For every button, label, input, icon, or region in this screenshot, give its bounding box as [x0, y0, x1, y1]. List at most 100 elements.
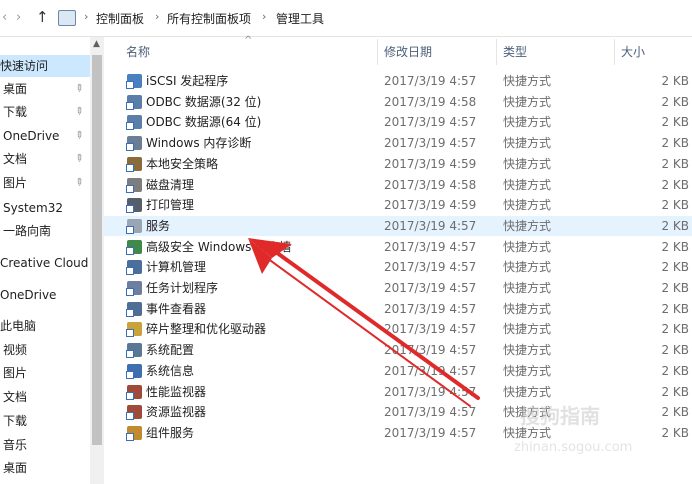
- odbc-icon: [126, 94, 142, 110]
- pin-icon[interactable]: ✎: [67, 172, 88, 193]
- breadcrumb-control-panel[interactable]: 控制面板: [96, 10, 144, 27]
- file-row[interactable]: 系统信息 2017/3/19 4:57 快捷方式 2 KB: [104, 361, 692, 381]
- file-row[interactable]: 系统配置 2017/3/19 4:57 快捷方式 2 KB: [104, 340, 692, 360]
- file-row[interactable]: 任务计划程序 2017/3/19 4:57 快捷方式 2 KB: [104, 278, 692, 298]
- scrollbar-thumb[interactable]: [92, 55, 102, 445]
- file-size: 2 KB: [661, 115, 689, 130]
- task-scheduler-icon: [126, 281, 142, 296]
- pin-icon[interactable]: ✎: [67, 101, 88, 122]
- file-type: 快捷方式: [503, 74, 552, 88]
- sidebar-item[interactable]: 图片: [0, 362, 93, 384]
- column-header-name[interactable]: 名称: [126, 37, 150, 67]
- sidebar-item-label: 图片: [3, 176, 28, 190]
- pin-icon[interactable]: ✎: [67, 148, 88, 169]
- file-row[interactable]: 打印管理 2017/3/19 4:59 快捷方式 2 KB: [104, 195, 692, 215]
- column-divider[interactable]: [377, 39, 378, 65]
- pin-icon[interactable]: ✎: [67, 125, 88, 146]
- column-divider[interactable]: [614, 39, 615, 65]
- sidebar-item[interactable]: Creative Cloud F: [0, 252, 99, 274]
- sidebar-item[interactable]: OneDrive ✎: [0, 125, 93, 147]
- sidebar-item[interactable]: 桌面 ✎: [0, 78, 93, 100]
- sidebar-item[interactable]: 下载: [0, 410, 93, 432]
- sidebar-item[interactable]: 文档: [0, 386, 93, 408]
- security-policy-icon: [126, 156, 142, 172]
- file-date: 2017/3/19 4:58: [384, 94, 477, 109]
- file-name: 服务: [146, 218, 171, 233]
- column-header-size[interactable]: 大小: [621, 37, 645, 67]
- memory-diagnostic-icon: [126, 136, 142, 152]
- sidebar-item[interactable]: OneDrive: [0, 284, 90, 306]
- pin-icon[interactable]: ✎: [67, 78, 88, 99]
- file-size: 2 KB: [661, 177, 689, 192]
- file-row[interactable]: 本地安全策略 2017/3/19 4:59 快捷方式 2 KB: [104, 154, 692, 174]
- odbc-icon: [126, 115, 142, 131]
- file-date: 2017/3/19 4:57: [384, 301, 477, 316]
- sidebar-item-label: 快速访问: [0, 59, 49, 73]
- scroll-up-icon[interactable]: ▲: [93, 39, 100, 49]
- file-row[interactable]: 碎片整理和优化驱动器 2017/3/19 4:57 快捷方式 2 KB: [104, 319, 692, 339]
- back-button[interactable]: ‹: [2, 10, 7, 25]
- sidebar-scrollbar[interactable]: ▲: [90, 37, 104, 484]
- sidebar-item[interactable]: 此电脑: [0, 315, 90, 337]
- file-row[interactable]: 服务 2017/3/19 4:57 快捷方式 2 KB: [104, 215, 692, 236]
- breadcrumb-separator-icon: ›: [84, 10, 89, 23]
- file-row[interactable]: iSCSI 发起程序 2017/3/19 4:57 快捷方式 2 KB: [104, 71, 692, 91]
- file-size: 2 KB: [661, 405, 689, 420]
- file-name: 磁盘清理: [146, 177, 195, 192]
- file-date: 2017/3/19 4:57: [384, 239, 477, 254]
- file-name: ODBC 数据源(32 位): [146, 94, 262, 109]
- system-config-icon: [126, 343, 142, 359]
- file-date: 2017/3/19 4:57: [384, 425, 477, 440]
- up-arrow-icon[interactable]: ↑: [36, 8, 49, 26]
- computer-management-icon: [126, 260, 142, 276]
- file-name: 本地安全策略: [146, 156, 219, 171]
- breadcrumb-all-items[interactable]: 所有控制面板项: [167, 10, 251, 27]
- sidebar-item[interactable]: 文档 ✎: [0, 148, 93, 170]
- file-row[interactable]: 计算机管理 2017/3/19 4:57 快捷方式 2 KB: [104, 257, 692, 277]
- file-size: 2 KB: [661, 136, 689, 151]
- file-name: iSCSI 发起程序: [146, 74, 229, 88]
- file-type: 快捷方式: [503, 156, 552, 171]
- sidebar-item[interactable]: 图片 ✎: [0, 172, 93, 194]
- sidebar-item[interactable]: 桌面: [0, 457, 93, 479]
- iscsi-icon: [126, 74, 142, 89]
- sidebar-item[interactable]: 音乐: [0, 434, 93, 456]
- file-size: 2 KB: [661, 363, 689, 378]
- column-date-label: 修改日期: [384, 45, 433, 59]
- file-row[interactable]: 高级安全 Windows 防火墙 2017/3/19 4:57 快捷方式 2 KB: [104, 237, 692, 257]
- sidebar-item[interactable]: 快速访问: [0, 55, 90, 77]
- sidebar-item-label: 桌面: [3, 82, 28, 96]
- sidebar-item[interactable]: System32: [0, 197, 93, 219]
- column-divider[interactable]: [496, 39, 497, 65]
- file-name: 碎片整理和优化驱动器: [146, 322, 267, 337]
- defrag-icon: [126, 322, 142, 338]
- file-size: 2 KB: [661, 322, 689, 337]
- file-row[interactable]: Windows 内存诊断 2017/3/19 4:57 快捷方式 2 KB: [104, 133, 692, 153]
- sidebar-item[interactable]: 下载 ✎: [0, 101, 93, 123]
- file-row[interactable]: 性能监视器 2017/3/19 4:57 快捷方式 2 KB: [104, 382, 692, 402]
- sidebar-item-label: 此电脑: [0, 319, 37, 333]
- file-row[interactable]: 磁盘清理 2017/3/19 4:58 快捷方式 2 KB: [104, 175, 692, 195]
- file-type: 快捷方式: [503, 343, 552, 358]
- forward-button[interactable]: ›: [16, 10, 21, 25]
- column-header-type[interactable]: 类型: [503, 37, 527, 67]
- file-name: 系统信息: [146, 363, 195, 378]
- file-type: 快捷方式: [503, 281, 552, 295]
- file-date: 2017/3/19 4:57: [384, 363, 477, 378]
- file-row[interactable]: 事件查看器 2017/3/19 4:57 快捷方式 2 KB: [104, 299, 692, 319]
- file-name: 高级安全 Windows 防火墙: [146, 239, 292, 254]
- navigation-pane: 快速访问 桌面 ✎ 下载 ✎ OneDrive ✎ 文档 ✎ 图片 ✎ System32 一路向南 Cre…: [0, 37, 104, 484]
- breadcrumb-admin-tools[interactable]: 管理工具: [276, 10, 324, 27]
- file-type: 快捷方式: [503, 115, 552, 130]
- firewall-icon: [126, 239, 142, 255]
- sidebar-item-label: 文档: [3, 390, 28, 404]
- sidebar-item[interactable]: 一路向南: [0, 220, 93, 242]
- sidebar-item[interactable]: 视频: [0, 339, 93, 361]
- file-row[interactable]: 资源监视器 2017/3/19 4:57 快捷方式 2 KB: [104, 402, 692, 422]
- file-date: 2017/3/19 4:57: [384, 281, 477, 295]
- file-date: 2017/3/19 4:59: [384, 156, 477, 171]
- column-type-label: 类型: [503, 45, 528, 59]
- column-header-date[interactable]: 修改日期: [384, 37, 432, 67]
- file-row[interactable]: ODBC 数据源(64 位) 2017/3/19 4:57 快捷方式 2 KB: [104, 112, 692, 132]
- file-row[interactable]: ODBC 数据源(32 位) 2017/3/19 4:58 快捷方式 2 KB: [104, 92, 692, 112]
